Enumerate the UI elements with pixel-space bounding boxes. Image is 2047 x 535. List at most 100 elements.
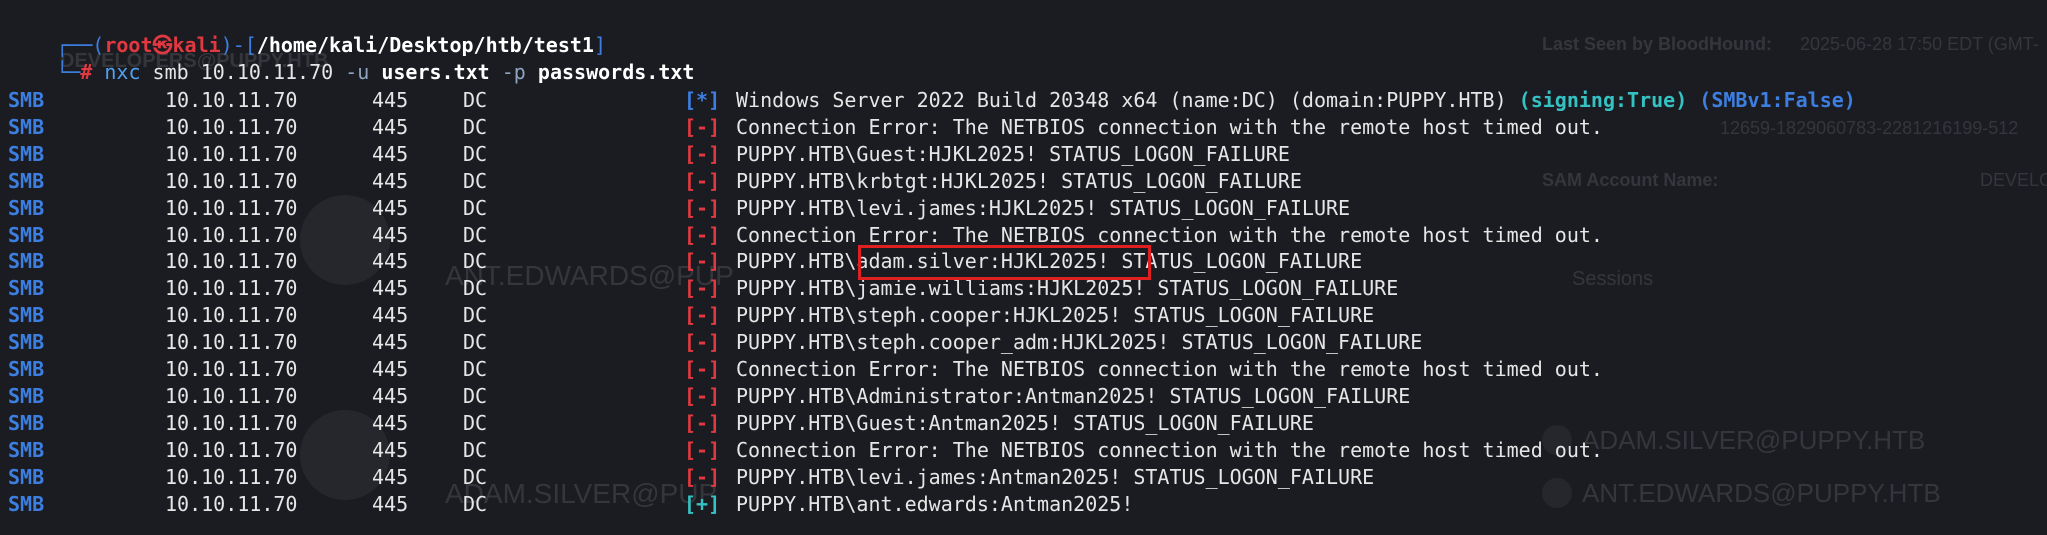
output-row: SMB 10.10.11.70 445 DC [-] PUPPY.HTB\krbtgt:H… [0, 168, 2047, 195]
port-cell: 445 [372, 437, 409, 462]
port-cell: 445 [372, 464, 409, 489]
status-badge: [-] [684, 141, 721, 166]
message-text: PUPPY.HTB\Guest:Antman2025! STATUS_LOGON… [736, 410, 1314, 435]
ip-cell: 10.10.11.70 [165, 168, 298, 193]
host-cell: DC [463, 303, 488, 328]
port-cell: 445 [372, 276, 409, 301]
output-row: SMB 10.10.11.70 445 DC [-] Connection Error: … [0, 437, 2047, 464]
message-text: PUPPY.HTB\Administrator:Antman2025! STAT… [736, 383, 1411, 408]
message-cell: PUPPY.HTB\Guest:HJKL2025! STATUS_LOGON_F… [736, 141, 1290, 168]
port-cell: 445 [372, 249, 409, 274]
protocol-cell: SMB [8, 437, 45, 462]
host-cell: DC [463, 141, 488, 166]
message-text: Connection Error: The NETBIOS connection… [736, 114, 1603, 139]
output-row: SMB 10.10.11.70 445 DC [*] Windows Server 202… [0, 87, 2047, 114]
port-cell: 445 [372, 168, 409, 193]
terminal[interactable]: ┌──(root㉿kali)-[/home/kali/Desktop/htb/t… [0, 0, 2047, 535]
port-cell: 445 [372, 303, 409, 328]
ip-cell: 10.10.11.70 [165, 464, 298, 489]
ip-cell: 10.10.11.70 [165, 383, 298, 408]
message-cell: Windows Server 2022 Build 20348 x64 (nam… [736, 87, 1856, 114]
status-badge: [-] [684, 330, 721, 355]
port-cell: 445 [372, 383, 409, 408]
port-cell: 445 [372, 410, 409, 435]
message-cell: PUPPY.HTB\levi.james:Antman2025! STATUS_… [736, 464, 1374, 491]
smbv1-flag: (SMBv1:False) [1699, 88, 1856, 112]
command-flag-p: -p [501, 60, 526, 84]
protocol-cell: SMB [8, 276, 45, 301]
ip-cell: 10.10.11.70 [165, 357, 298, 381]
host-cell: DC [463, 88, 488, 112]
message-text: PUPPY.HTB\levi.james:HJKL2025! STATUS_LO… [736, 195, 1351, 220]
host-cell: DC [463, 464, 488, 489]
ip-cell: 10.10.11.70 [165, 491, 298, 516]
message-text: PUPPY.HTB\ant.edwards:Antman2025! [736, 491, 1134, 516]
command-proto: smb [152, 60, 189, 84]
protocol-cell: SMB [8, 383, 45, 408]
message-text: Connection Error: The NETBIOS connection… [736, 357, 1603, 381]
ip-cell: 10.10.11.70 [165, 141, 298, 166]
protocol-cell: SMB [8, 464, 45, 489]
protocol-cell: SMB [8, 410, 45, 435]
prompt-line-2[interactable]: └─# nxc smb 10.10.11.70 -u users.txt -p … [8, 32, 694, 84]
host-cell: DC [463, 383, 488, 408]
status-badge: [-] [684, 195, 721, 220]
status-badge: [-] [684, 303, 721, 328]
message-cell: PUPPY.HTB\krbtgt:HJKL2025! STATUS_LOGON_… [736, 168, 1302, 195]
message-cell: Connection Error: The NETBIOS connection… [736, 437, 1603, 464]
protocol-cell: SMB [8, 330, 45, 355]
ip-cell: 10.10.11.70 [165, 88, 298, 112]
protocol-cell: SMB [8, 222, 45, 247]
protocol-cell: SMB [8, 303, 45, 328]
ip-cell: 10.10.11.70 [165, 437, 298, 462]
message-cell: PUPPY.HTB\Guest:Antman2025! STATUS_LOGON… [736, 410, 1314, 437]
message-text: Connection Error: The NETBIOS connection… [736, 222, 1603, 247]
host-cell: DC [463, 168, 488, 193]
output-row: SMB 10.10.11.70 445 DC [-] PUPPY.HTB\steph.co… [0, 329, 2047, 356]
status-badge: [-] [684, 114, 721, 139]
protocol-cell: SMB [8, 114, 45, 139]
status-badge: [-] [684, 222, 721, 247]
port-cell: 445 [372, 114, 409, 139]
message-text: Connection Error: The NETBIOS connection… [736, 437, 1603, 462]
status-badge: [-] [684, 410, 721, 435]
status-badge: [*] [684, 88, 721, 112]
ip-cell: 10.10.11.70 [165, 303, 298, 328]
message-cell: Connection Error: The NETBIOS connection… [736, 356, 1603, 383]
host-cell: DC [463, 491, 488, 516]
ip-cell: 10.10.11.70 [165, 195, 298, 220]
command-users-file: users.txt [381, 60, 490, 84]
port-cell: 445 [372, 330, 409, 355]
port-cell: 445 [372, 141, 409, 166]
message-cell: PUPPY.HTB\steph.cooper:HJKL2025! STATUS_… [736, 302, 1374, 329]
ip-cell: 10.10.11.70 [165, 410, 298, 435]
ip-cell: 10.10.11.70 [165, 249, 298, 274]
message-text: PUPPY.HTB\steph.cooper:HJKL2025! STATUS_… [736, 303, 1375, 328]
port-cell: 445 [372, 222, 409, 247]
ip-cell: 10.10.11.70 [165, 330, 298, 355]
protocol-cell: SMB [8, 491, 45, 516]
prompt-box-bottom: └─ [56, 60, 81, 84]
port-cell: 445 [372, 88, 409, 112]
status-badge: [-] [684, 357, 721, 381]
message-cell: PUPPY.HTB\steph.cooper_adm:HJKL2025! STA… [736, 329, 1422, 356]
protocol-cell: SMB [8, 168, 45, 193]
message-cell: PUPPY.HTB\ant.edwards:Antman2025! [736, 491, 1133, 518]
host-cell: DC [463, 195, 488, 220]
status-badge: [-] [684, 383, 721, 408]
message-text: Windows Server 2022 Build 20348 x64 (nam… [736, 88, 1519, 112]
protocol-cell: SMB [8, 195, 45, 220]
prompt-line-1: ┌──(root㉿kali)-[/home/kali/Desktop/htb/t… [8, 5, 606, 57]
message-cell: Connection Error: The NETBIOS connection… [736, 114, 1603, 141]
host-cell: DC [463, 357, 488, 381]
output-row: SMB 10.10.11.70 445 DC [+] PUPPY.HTB\ant.edwa… [0, 491, 2047, 518]
command-nxc: nxc [104, 60, 141, 84]
status-badge: [-] [684, 249, 721, 274]
host-cell: DC [463, 437, 488, 462]
status-badge: [-] [684, 464, 721, 489]
output-row: SMB 10.10.11.70 445 DC [-] PUPPY.HTB\steph.co… [0, 302, 2047, 329]
port-cell: 445 [372, 357, 409, 381]
ip-cell: 10.10.11.70 [165, 276, 298, 301]
output-row: SMB 10.10.11.70 445 DC [-] PUPPY.HTB\Guest:An… [0, 410, 2047, 437]
ip-cell: 10.10.11.70 [165, 222, 298, 247]
